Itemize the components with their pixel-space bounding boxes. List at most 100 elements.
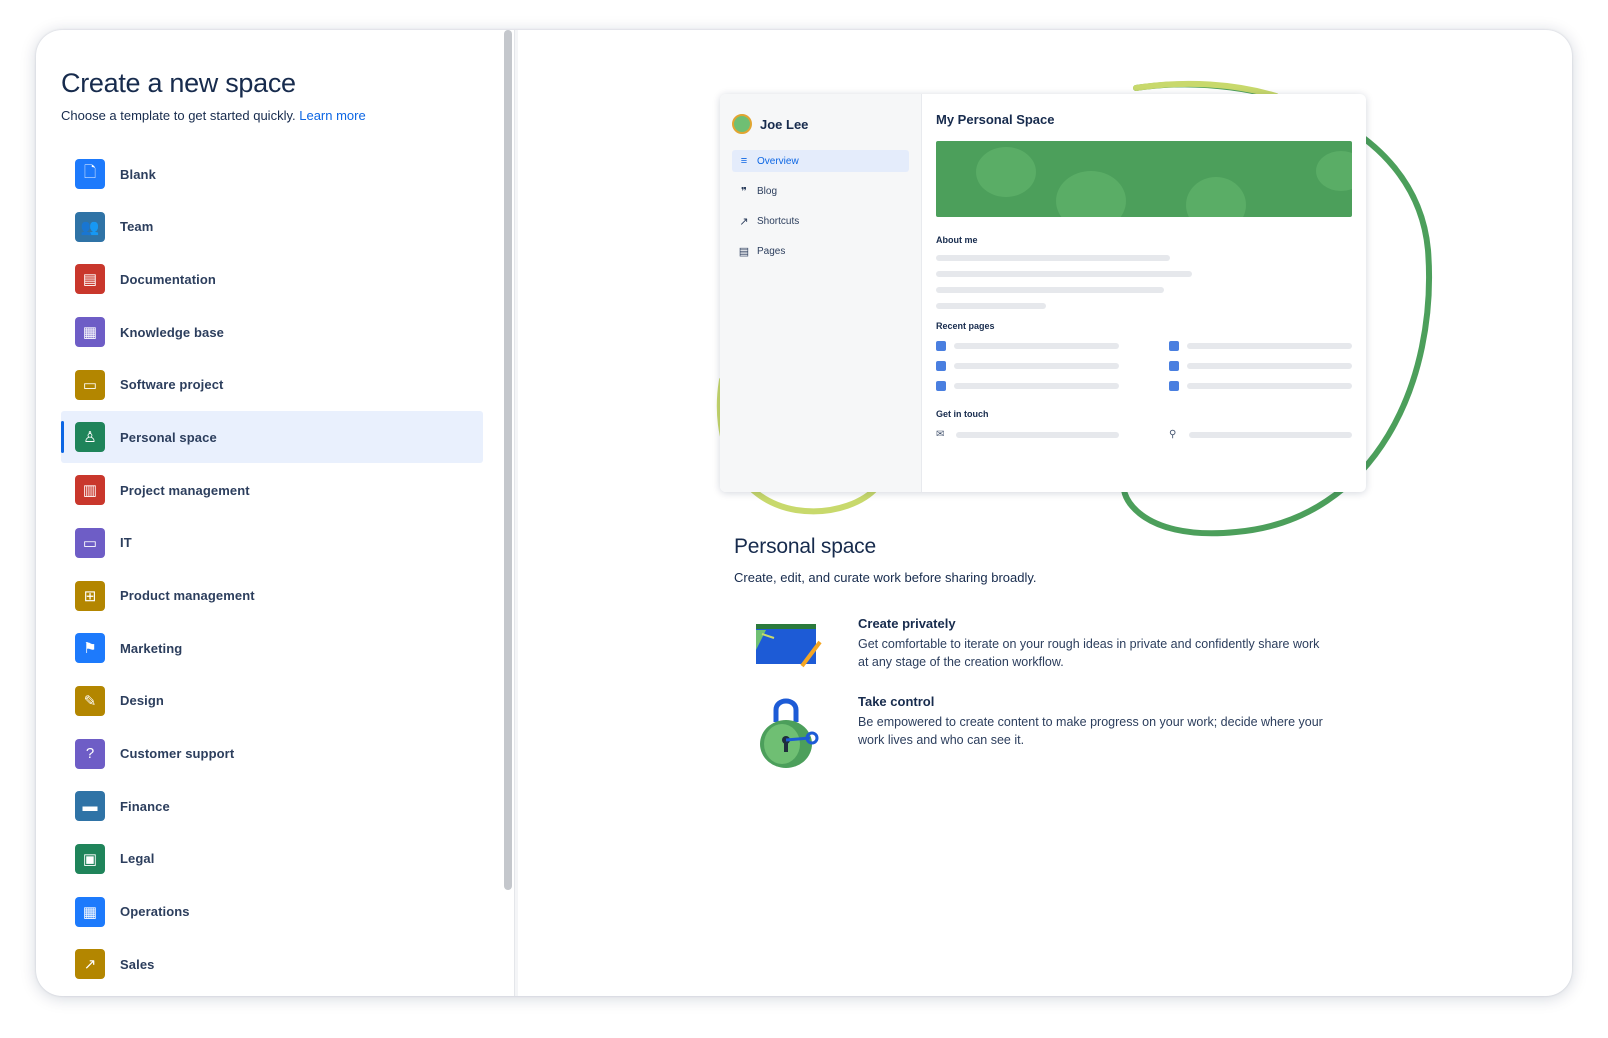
preview-sidebar: Joe Lee ≡ Overview ❞ Blog ↗ Shortcuts ▤ Pages bbox=[720, 94, 922, 492]
template-label: Personal space bbox=[120, 429, 217, 445]
preview-banner bbox=[936, 141, 1352, 217]
template-item-marketing[interactable]: ⚑ Marketing bbox=[61, 622, 483, 674]
preview-nav-label: Pages bbox=[757, 245, 786, 257]
briefcase-icon: ▣ bbox=[75, 843, 105, 874]
template-label: Knowledge base bbox=[120, 324, 224, 340]
recent-pages-heading: Recent pages bbox=[936, 321, 995, 331]
template-label: Software project bbox=[120, 377, 224, 393]
feature-description: Be empowered to create content to make p… bbox=[858, 715, 1323, 747]
question-icon: ? bbox=[75, 738, 105, 769]
template-item-software-project[interactable]: ▭ Software project bbox=[61, 359, 483, 411]
person-icon: ♙ bbox=[75, 422, 105, 453]
template-item-it[interactable]: ▭ IT bbox=[61, 517, 483, 569]
template-item-legal[interactable]: ▣ Legal bbox=[61, 833, 483, 885]
template-label: Documentation bbox=[120, 271, 216, 287]
recent-page-item bbox=[936, 361, 1119, 371]
preview-nav-label: Blog bbox=[757, 185, 778, 197]
template-list-scrollbar[interactable] bbox=[504, 30, 512, 890]
recent-page-item bbox=[936, 381, 1119, 391]
template-item-product-management[interactable]: ⊞ Product management bbox=[61, 570, 483, 622]
template-list: 🗋 Blank 👥 Team ▤ Documentation ▦ Knowledge base… bbox=[61, 148, 483, 991]
pages-icon: ▤ bbox=[738, 245, 750, 258]
template-item-team[interactable]: 👥 Team bbox=[61, 201, 483, 253]
about-me-heading: About me bbox=[936, 235, 978, 245]
link-icon: ⚲ bbox=[1169, 429, 1177, 440]
padlock-illustration bbox=[752, 694, 826, 768]
recent-pages-grid bbox=[936, 341, 1352, 391]
template-item-personal-space[interactable]: ♙ Personal space bbox=[61, 411, 483, 464]
desktop-icon: ▭ bbox=[75, 527, 105, 558]
placeholder-line bbox=[936, 303, 1046, 309]
contact-email: ✉ bbox=[936, 429, 1119, 440]
preview-nav-blog: ❞ Blog bbox=[732, 180, 909, 202]
feature-title: Take control bbox=[858, 694, 935, 709]
template-label: Finance bbox=[120, 798, 170, 814]
placeholder-line bbox=[936, 287, 1164, 293]
template-item-knowledge-base[interactable]: ▦ Knowledge base bbox=[61, 306, 483, 358]
page-title: Create a new space bbox=[61, 68, 296, 98]
feature-description: Get comfortable to iterate on your rough… bbox=[858, 637, 1320, 669]
template-item-operations[interactable]: ▦ Operations bbox=[61, 886, 483, 938]
grid-icon: ⊞ bbox=[75, 580, 105, 611]
recent-page-item bbox=[1169, 381, 1352, 391]
page-subtitle: Choose a template to get started quickly… bbox=[61, 108, 366, 123]
placeholder-line bbox=[936, 255, 1170, 261]
archive-icon: ▤ bbox=[75, 264, 105, 295]
preview-nav-pages: ▤ Pages bbox=[732, 240, 909, 262]
contact-link: ⚲ bbox=[1169, 429, 1352, 440]
template-label: Blank bbox=[120, 166, 156, 182]
template-panel: Create a new space Choose a template to … bbox=[36, 30, 514, 996]
template-label: Legal bbox=[120, 851, 155, 867]
avatar bbox=[732, 114, 752, 134]
preview-nav-shortcuts: ↗ Shortcuts bbox=[732, 210, 909, 232]
template-label: Project management bbox=[120, 482, 250, 498]
feature-take-control: Take control Be empowered to create cont… bbox=[752, 694, 1412, 774]
overview-icon: ≡ bbox=[740, 155, 748, 167]
book-icon: ▦ bbox=[75, 317, 105, 348]
preview-nav-overview: ≡ Overview bbox=[732, 150, 909, 172]
feature-title: Create privately bbox=[858, 616, 956, 631]
recent-page-item bbox=[936, 341, 1119, 351]
template-item-customer-support[interactable]: ? Customer support bbox=[61, 728, 483, 780]
placeholder-line bbox=[936, 271, 1192, 277]
template-label: Operations bbox=[120, 904, 190, 920]
template-title: Personal space bbox=[734, 535, 876, 558]
document-icon: ▥ bbox=[75, 475, 105, 506]
template-description: Create, edit, and curate work before sha… bbox=[734, 570, 1037, 585]
template-item-documentation[interactable]: ▤ Documentation bbox=[61, 253, 483, 305]
template-item-project-management[interactable]: ▥ Project management bbox=[61, 464, 483, 516]
template-preview: Joe Lee ≡ Overview ❞ Blog ↗ Shortcuts ▤ Pages M… bbox=[716, 80, 1436, 550]
template-item-sales[interactable]: ↗ Sales bbox=[61, 938, 483, 990]
template-label: IT bbox=[120, 535, 132, 551]
template-item-design[interactable]: ✎ Design bbox=[61, 675, 483, 727]
feature-create-privately: Create privately Get comfortable to iter… bbox=[752, 616, 1412, 696]
user-name: Joe Lee bbox=[760, 116, 809, 132]
flag-icon: ⚑ bbox=[75, 633, 105, 664]
preview-nav-label: Overview bbox=[757, 155, 799, 167]
quote-icon: ❞ bbox=[741, 185, 747, 198]
template-label: Customer support bbox=[120, 746, 235, 762]
create-space-dialog: Create a new space Choose a template to … bbox=[36, 30, 1572, 996]
table-icon: ▦ bbox=[75, 896, 105, 927]
recent-page-item bbox=[1169, 361, 1352, 371]
preview-main: My Personal Space About me Recent pages bbox=[922, 94, 1366, 492]
template-item-finance[interactable]: ▬ Finance bbox=[61, 780, 483, 832]
learn-more-link[interactable]: Learn more bbox=[299, 108, 365, 123]
preview-card: Joe Lee ≡ Overview ❞ Blog ↗ Shortcuts ▤ Pages M… bbox=[720, 94, 1366, 492]
template-label: Team bbox=[120, 219, 154, 235]
panel-divider bbox=[514, 30, 518, 996]
get-in-touch-heading: Get in touch bbox=[936, 409, 989, 419]
card-icon: ▬ bbox=[75, 791, 105, 822]
page-icon: 🗋 bbox=[75, 159, 105, 189]
template-item-blank[interactable]: 🗋 Blank bbox=[61, 148, 483, 200]
external-link-icon: ↗ bbox=[739, 215, 749, 228]
preview-nav-label: Shortcuts bbox=[757, 215, 800, 227]
template-label: Marketing bbox=[120, 640, 183, 656]
preview-page-title: My Personal Space bbox=[936, 112, 1055, 127]
chart-icon: ↗ bbox=[75, 949, 105, 980]
template-label: Sales bbox=[120, 956, 155, 972]
pencil-icon: ✎ bbox=[75, 685, 105, 716]
mail-icon: ✉ bbox=[936, 429, 945, 440]
template-label: Product management bbox=[120, 588, 255, 603]
preview-nav: ≡ Overview ❞ Blog ↗ Shortcuts ▤ Pages bbox=[732, 150, 909, 262]
